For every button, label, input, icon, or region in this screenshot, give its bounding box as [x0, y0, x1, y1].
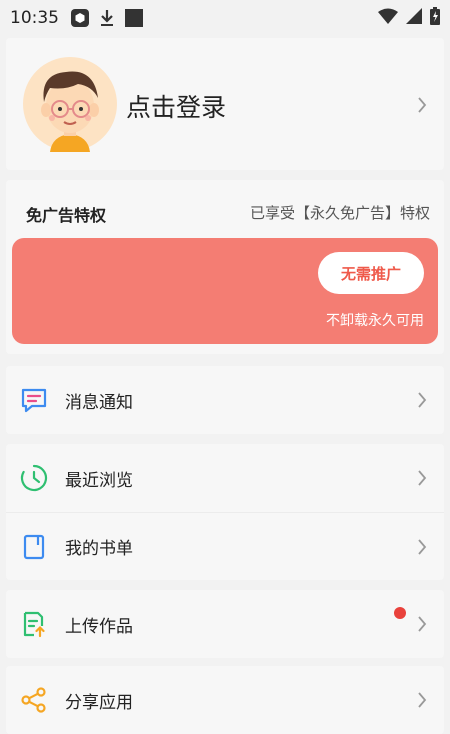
ad-free-card: 免广告特权 已享受【永久免广告】特权 无需推广 不卸载永久可用: [6, 180, 444, 354]
ad-free-title: 免广告特权: [26, 206, 107, 225]
signal-icon: [406, 7, 422, 29]
avatar[interactable]: [22, 52, 118, 156]
chevron-right-icon: [416, 469, 428, 487]
stop-icon: [125, 9, 143, 27]
ad-free-banner: 无需推广 不卸载永久可用: [12, 238, 438, 344]
menu-item-share[interactable]: 分享应用: [6, 666, 444, 734]
menu-label-upload: 上传作品: [65, 616, 133, 637]
upload-file-icon: [20, 610, 48, 638]
status-time: 10:35: [10, 8, 59, 28]
ad-free-status: 已享受【永久免广告】特权: [249, 204, 430, 222]
wifi-icon: [378, 8, 398, 29]
book-icon: [20, 533, 48, 561]
status-bar: 10:35: [0, 0, 450, 36]
menu-label-messages: 消息通知: [65, 392, 133, 413]
menu-item-booklist[interactable]: 我的书单: [6, 512, 444, 580]
battery-charging-icon: [430, 6, 440, 30]
menu-label-history: 最近浏览: [65, 470, 133, 491]
menu-group-reading: 最近浏览 我的书单: [6, 444, 444, 580]
banner-note: 不卸载永久可用: [326, 313, 424, 329]
login-label[interactable]: 点击登录: [126, 88, 226, 124]
menu-group-messages: 消息通知: [6, 366, 444, 434]
chevron-right-icon: [416, 391, 428, 409]
share-icon: [20, 686, 48, 714]
menu-label-share: 分享应用: [65, 692, 133, 713]
menu-label-booklist: 我的书单: [65, 539, 133, 559]
menu-item-history[interactable]: 最近浏览: [6, 444, 444, 512]
chevron-right-icon: [416, 691, 428, 709]
menu-group-upload: 上传作品: [6, 590, 444, 658]
menu-item-messages[interactable]: 消息通知: [6, 366, 444, 434]
profile-card[interactable]: 点击登录: [6, 38, 444, 170]
notification-badge: [394, 607, 406, 619]
message-icon: [20, 386, 48, 414]
chevron-right-icon: [416, 96, 428, 114]
menu-item-upload[interactable]: 上传作品: [6, 590, 444, 658]
no-promotion-button[interactable]: 无需推广: [318, 252, 424, 294]
clock-icon: [20, 464, 48, 492]
menu-group-share: 分享应用: [6, 666, 444, 734]
chevron-right-icon: [416, 538, 428, 556]
app-icon: [71, 9, 89, 27]
download-icon: [99, 9, 115, 27]
chevron-right-icon: [416, 615, 428, 633]
